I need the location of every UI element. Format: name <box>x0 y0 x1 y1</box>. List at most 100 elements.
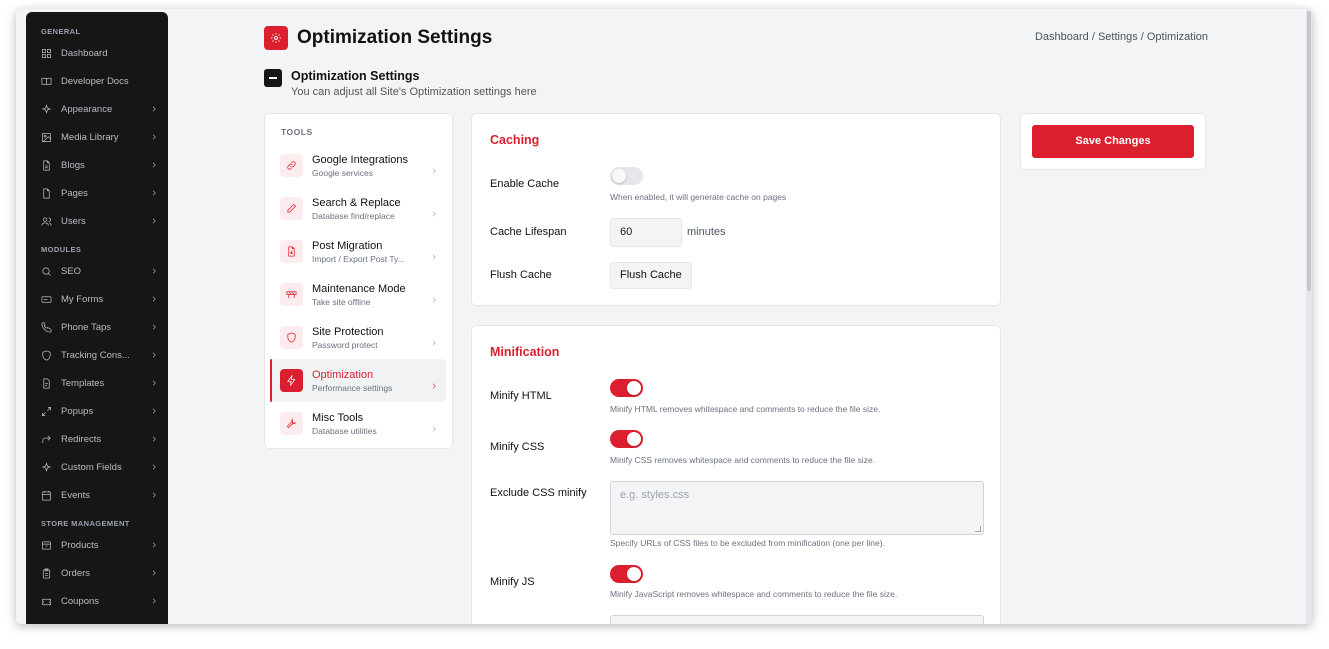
sidebar-item-media-library[interactable]: Media Library <box>26 123 168 151</box>
chevron-right-icon <box>430 420 438 432</box>
box-icon <box>40 539 52 551</box>
tool-item-misc-tools[interactable]: Misc Tools Database utilities <box>271 402 446 445</box>
section-title: Optimization Settings <box>291 69 420 83</box>
sidebar-item-label: Orders <box>61 567 91 579</box>
scrollbar-thumb[interactable] <box>1307 11 1311 291</box>
chevron-right-icon <box>150 407 158 415</box>
sidebar-item-appearance[interactable]: Appearance <box>26 95 168 123</box>
sidebar-item-label: Redirects <box>61 433 102 445</box>
exclude-css-placeholder: e.g. styles.css <box>620 489 690 501</box>
tool-description: Take site offline <box>312 296 371 307</box>
tool-description: Database utilities <box>312 425 377 436</box>
tool-name: Misc Tools <box>312 411 364 424</box>
page-scrollbar[interactable] <box>1306 9 1312 624</box>
users-icon <box>40 215 52 227</box>
sparkle-icon <box>40 103 52 115</box>
minify-html-help: Minify HTML removes whitespace and comme… <box>610 404 881 414</box>
tool-item-search-replace[interactable]: Search & Replace Database find/replace <box>271 187 446 230</box>
tool-item-site-protection[interactable]: Site Protection Password protect <box>271 316 446 359</box>
exclude-css-textarea[interactable]: e.g. styles.css <box>610 481 984 535</box>
shield-icon <box>280 326 303 349</box>
page-title: Optimization Settings <box>297 27 493 48</box>
tool-item-optimization[interactable]: Optimization Performance settings <box>270 359 446 402</box>
chevron-right-icon <box>430 248 438 260</box>
sidebar-item-label: Dashboard <box>61 47 108 59</box>
minify-css-toggle[interactable] <box>610 430 643 448</box>
chevron-right-icon <box>150 541 158 549</box>
sidebar-item-products[interactable]: Products <box>26 531 168 559</box>
page-icon <box>40 187 52 199</box>
sidebar-section-title: MODULES <box>41 245 82 254</box>
minify-html-toggle[interactable] <box>610 379 643 397</box>
minify-css-label: Minify CSS <box>490 441 545 453</box>
sidebar-item-phone-taps[interactable]: Phone Taps <box>26 313 168 341</box>
sidebar-item-tracking-cons[interactable]: Tracking Cons... <box>26 341 168 369</box>
sidebar-item-label: Coupons <box>61 595 100 607</box>
save-changes-button[interactable]: Save Changes <box>1032 125 1194 158</box>
minify-js-help: Minify JavaScript removes whitespace and… <box>610 589 898 599</box>
chevron-right-icon <box>430 334 438 346</box>
tool-description: Import / Export Post Ty... <box>312 253 405 264</box>
sidebar-item-label: Developer Docs <box>61 75 129 87</box>
tool-description: Performance settings <box>312 382 393 393</box>
tool-item-post-migration[interactable]: Post Migration Import / Export Post Ty... <box>271 230 446 273</box>
sidebar-item-orders[interactable]: Orders <box>26 559 168 587</box>
sidebar-item-label: Popups <box>61 405 94 417</box>
sidebar-item-redirects[interactable]: Redirects <box>26 425 168 453</box>
tool-name: Post Migration <box>312 239 383 252</box>
sidebar-item-dashboard[interactable]: Dashboard <box>26 39 168 67</box>
image-icon <box>40 131 52 143</box>
sidebar: GENERAL Dashboard Developer Docs Appearance… <box>26 12 168 624</box>
section-subtitle: You can adjust all Site's Optimization s… <box>291 86 537 98</box>
tool-description: Database find/replace <box>312 210 395 221</box>
minify-css-help: Minify CSS removes whitespace and commen… <box>610 455 876 465</box>
cache-lifespan-label: Cache Lifespan <box>490 226 567 238</box>
cache-lifespan-unit: minutes <box>687 226 726 238</box>
tool-name: Google Integrations <box>312 153 409 166</box>
tool-description: Google services <box>312 167 373 178</box>
chevron-right-icon <box>150 463 158 471</box>
tool-description: Password protect <box>312 339 378 350</box>
sidebar-item-developer-docs[interactable]: Developer Docs <box>26 67 168 95</box>
chevron-right-icon <box>150 133 158 141</box>
resize-grip-icon[interactable] <box>975 526 981 532</box>
sidebar-item-seo[interactable]: SEO <box>26 257 168 285</box>
cache-lifespan-input[interactable]: 60 <box>610 218 682 247</box>
tool-name: Maintenance Mode <box>312 282 406 295</box>
tool-item-google-integrations[interactable]: Google Integrations Google services <box>271 144 446 187</box>
sidebar-item-label: Appearance <box>61 103 113 115</box>
sparkle-icon <box>40 461 52 473</box>
barrier-icon <box>280 283 303 306</box>
document-icon <box>40 159 52 171</box>
sidebar-item-users[interactable]: Users <box>26 207 168 235</box>
sidebar-item-blogs[interactable]: Blogs <box>26 151 168 179</box>
sidebar-item-label: Tracking Cons... <box>61 349 130 361</box>
tool-item-maintenance-mode[interactable]: Maintenance Mode Take site offline <box>271 273 446 316</box>
exclude-js-textarea[interactable] <box>610 615 984 624</box>
calendar-icon <box>40 489 52 501</box>
chevron-right-icon <box>150 569 158 577</box>
breadcrumb[interactable]: Dashboard / Settings / Optimization <box>1035 31 1208 43</box>
sidebar-item-pages[interactable]: Pages <box>26 179 168 207</box>
form-icon <box>40 293 52 305</box>
sidebar-item-events[interactable]: Events <box>26 481 168 509</box>
link-icon <box>280 154 303 177</box>
sidebar-item-coupons[interactable]: Coupons <box>26 587 168 615</box>
flush-cache-button[interactable]: Flush Cache <box>610 262 692 289</box>
sidebar-item-popups[interactable]: Popups <box>26 397 168 425</box>
minify-js-toggle[interactable] <box>610 565 643 583</box>
template-icon <box>40 377 52 389</box>
collapse-icon[interactable] <box>264 69 282 87</box>
sidebar-item-label: Users <box>61 215 86 227</box>
chevron-right-icon <box>150 435 158 443</box>
minify-js-label: Minify JS <box>490 576 535 588</box>
sidebar-item-my-forms[interactable]: My Forms <box>26 285 168 313</box>
sidebar-item-custom-fields[interactable]: Custom Fields <box>26 453 168 481</box>
tools-heading: TOOLS <box>281 127 313 137</box>
phone-icon <box>40 321 52 333</box>
bolt-icon <box>280 369 303 392</box>
sidebar-item-templates[interactable]: Templates <box>26 369 168 397</box>
sidebar-item-label: Templates <box>61 377 105 389</box>
enable-cache-toggle[interactable] <box>610 167 643 185</box>
enable-cache-label: Enable Cache <box>490 178 560 190</box>
